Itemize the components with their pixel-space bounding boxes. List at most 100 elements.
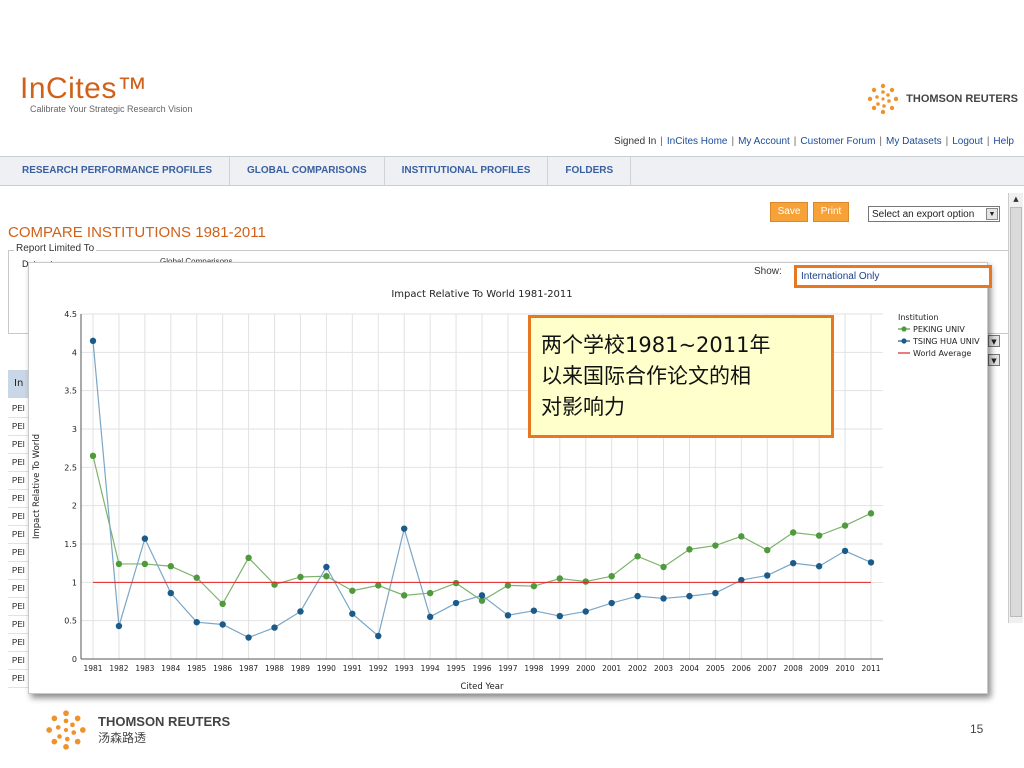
main-nav: RESEARCH PERFORMANCE PROFILES GLOBAL COM… [0, 156, 1024, 186]
logout-link[interactable]: Logout [952, 136, 983, 147]
data-point [504, 582, 512, 589]
thomson-reuters-logo-icon [46, 710, 86, 750]
x-tick-label: 1985 [187, 664, 206, 673]
x-tick-label: 1999 [550, 664, 569, 673]
data-point [115, 622, 123, 630]
annotation-line: 以来国际合作论文的相 [541, 364, 751, 388]
data-point [141, 535, 149, 542]
help-link[interactable]: Help [993, 136, 1014, 147]
x-tick-label: 1994 [421, 664, 440, 673]
data-point [790, 529, 797, 536]
footer-brand-name: THOMSON REUTERS [98, 714, 231, 729]
x-axis-label: Cited Year [461, 682, 504, 692]
x-tick-label: 1982 [109, 664, 128, 673]
x-tick-label: 1984 [161, 664, 180, 673]
data-point [608, 573, 615, 580]
data-point [193, 619, 200, 626]
data-point [764, 546, 771, 554]
data-point [401, 592, 408, 599]
annotation-line: 两个学校1981~2011年 [541, 333, 771, 357]
x-tick-label: 2003 [654, 664, 673, 673]
x-tick-label: 2000 [576, 664, 595, 673]
y-tick-label: 4 [72, 348, 77, 357]
x-tick-label: 2011 [861, 664, 880, 673]
incites-logo: InCites™ Calibrate Your Strategic Resear… [20, 72, 192, 114]
thomson-reuters-logo-icon [867, 83, 899, 115]
tab-institutional-profiles[interactable]: INSTITUTIONAL PROFILES [385, 157, 549, 185]
data-point [349, 610, 356, 617]
x-tick-label: 2001 [602, 664, 621, 673]
my-account-link[interactable]: My Account [738, 136, 790, 147]
data-point [660, 595, 667, 602]
chevron-down-icon: ▼ [986, 208, 998, 220]
show-filter-field[interactable]: International Only [794, 265, 992, 288]
customer-forum-link[interactable]: Customer Forum [800, 136, 875, 147]
chart-title: Impact Relative To World 1981-2011 [391, 289, 572, 300]
x-tick-label: 1992 [369, 664, 388, 673]
data-point [634, 553, 641, 560]
show-label: Show: [754, 266, 782, 277]
export-select[interactable]: Select an export option ▼ [868, 206, 1000, 222]
scroll-up-icon[interactable]: ▲ [1010, 193, 1022, 205]
y-tick-label: 0 [72, 655, 77, 664]
scrollbar-thumb[interactable] [1010, 207, 1022, 617]
x-tick-label: 2008 [784, 664, 803, 673]
tab-research-performance-profiles[interactable]: RESEARCH PERFORMANCE PROFILES [0, 157, 231, 185]
x-tick-label: 2007 [758, 664, 777, 673]
y-tick-label: 0.5 [64, 617, 77, 626]
x-tick-label: 2006 [732, 664, 751, 673]
y-tick-label: 4.5 [64, 310, 77, 319]
chevron-down-icon[interactable]: ▼ [988, 354, 1000, 366]
data-point [375, 632, 382, 640]
data-point [582, 578, 589, 585]
data-point [504, 612, 512, 619]
data-point [271, 624, 278, 631]
report-filter-legend: Report Limited To [14, 243, 97, 254]
data-point [815, 532, 823, 539]
thomson-reuters-brand: THOMSON REUTERS [866, 82, 1018, 116]
data-point [815, 563, 823, 570]
chevron-down-icon[interactable]: ▼ [988, 335, 1000, 347]
x-tick-label: 1987 [239, 664, 258, 673]
brand-name: THOMSON REUTERS [906, 93, 1018, 105]
x-tick-label: 1981 [83, 664, 102, 673]
data-point [349, 587, 356, 594]
print-button[interactable]: Print [813, 202, 849, 222]
tab-global-comparisons[interactable]: GLOBAL COMPARISONS [230, 157, 385, 185]
data-point [219, 600, 226, 607]
tab-folders[interactable]: FOLDERS [548, 157, 632, 185]
x-tick-label: 1983 [135, 664, 154, 673]
data-point [712, 542, 719, 549]
x-tick-label: 1998 [524, 664, 543, 673]
my-datasets-link[interactable]: My Datasets [886, 136, 942, 147]
data-point [323, 563, 330, 571]
legend-swatch-marker [901, 338, 907, 344]
legend-swatch-marker [901, 326, 907, 332]
data-point [219, 621, 226, 628]
data-point [193, 574, 200, 581]
impact-chart: Impact Relative To World 1981-2011 0 0.5 1 1… [32, 289, 980, 692]
data-point [141, 560, 149, 568]
x-tick-label: 2009 [810, 664, 829, 673]
data-point [841, 547, 849, 555]
data-point [167, 563, 174, 570]
y-tick-label: 3 [72, 425, 77, 434]
legend-entry: TSING HUA UNIV [912, 337, 980, 346]
data-point [867, 559, 875, 566]
data-point [530, 607, 538, 614]
legend-entry: PEKING UNIV [913, 325, 965, 334]
data-point [89, 452, 97, 460]
x-tick-label: 2005 [706, 664, 725, 673]
footer-brand: THOMSON REUTERS 汤森路透 [44, 708, 230, 752]
save-button[interactable]: Save [770, 202, 808, 222]
page-scrollbar[interactable]: ▲ [1008, 193, 1023, 623]
annotation-callout: 两个学校1981~2011年 以来国际合作论文的相 对影响力 [528, 315, 834, 438]
incites-home-link[interactable]: InCites Home [667, 136, 728, 147]
data-point [297, 608, 304, 615]
page-number: 15 [970, 722, 984, 736]
legend-entry: World Average [913, 349, 971, 358]
data-point [841, 522, 849, 529]
data-point [608, 599, 615, 607]
data-point [660, 563, 667, 571]
x-tick-label: 2004 [680, 664, 699, 673]
